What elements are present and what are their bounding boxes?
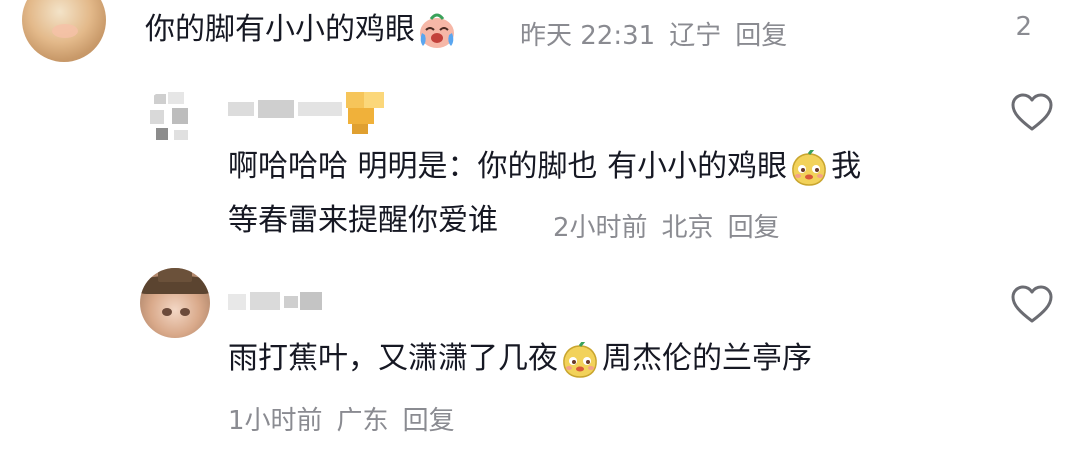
comment-text-main: 你的脚有小小的鸡眼 <box>145 12 415 47</box>
reply-button[interactable]: 回复 <box>735 21 787 51</box>
comment-location: 广东 <box>336 406 389 436</box>
heart-outline-icon[interactable] <box>1010 93 1054 133</box>
like-count: 2 <box>1015 12 1032 42</box>
comment-text-main: 雨打蕉叶，又潇潇了几夜 <box>228 341 558 376</box>
comment-time: 2小时前 <box>553 213 648 243</box>
reply-button[interactable]: 回复 <box>728 213 780 243</box>
pear-face-emoji-icon <box>560 341 600 378</box>
comment-text-line2: 等春雷来提醒你爱谁 <box>228 199 498 243</box>
reply-button[interactable]: 回复 <box>403 406 455 436</box>
crying-laughing-emoji-icon <box>417 13 457 49</box>
comment-text-main: 啊哈哈哈 明明是：你的脚也 有小小的鸡眼 <box>228 149 788 184</box>
comment-time: 1小时前 <box>228 406 323 436</box>
comment-text-tail: 我 <box>831 149 862 184</box>
heart-outline-icon[interactable] <box>1010 285 1054 325</box>
avatar-hat-top <box>158 268 192 282</box>
comment-meta: 2小时前 北京 回复 <box>553 207 794 244</box>
avatar[interactable] <box>142 88 208 154</box>
comment-time: 昨天 22:31 <box>520 21 656 51</box>
comment-location: 辽宁 <box>669 21 722 51</box>
comment-text: 啊哈哈哈 明明是：你的脚也 有小小的鸡眼 我 <box>228 145 861 189</box>
username[interactable] <box>228 92 388 134</box>
username[interactable] <box>228 290 338 314</box>
avatar[interactable] <box>22 0 106 62</box>
comment-meta: 昨天 22:31 辽宁 回复 <box>520 15 801 52</box>
avatar[interactable] <box>140 268 210 338</box>
comment-text-second-line: 等春雷来提醒你爱谁 <box>228 203 498 238</box>
comment-location: 北京 <box>661 213 714 243</box>
comment-meta: 1小时前 广东 回复 <box>228 400 469 437</box>
comment-text: 你的脚有小小的鸡眼 <box>145 8 459 52</box>
comment-text-tail: 周杰伦的兰亭序 <box>602 341 812 376</box>
pear-face-emoji-icon <box>789 149 829 186</box>
comment-text: 雨打蕉叶，又潇潇了几夜 周杰伦的兰亭序 <box>228 337 812 381</box>
